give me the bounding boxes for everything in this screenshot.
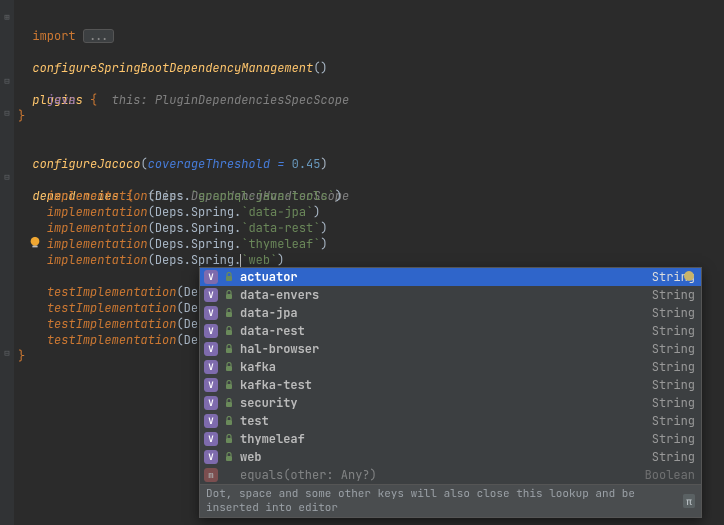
code-line[interactable]: } [18,108,25,124]
completion-hint-text: Dot, space and some other keys will also… [206,487,683,515]
completion-type: String [652,305,695,321]
fold-marker[interactable]: ⊟ [2,108,12,118]
completion-label: data-envers [240,287,646,303]
lock-icon [224,290,234,300]
keyword-import: import [32,28,75,44]
lock-icon [224,398,234,408]
number: 0.45 [292,156,321,172]
code-line[interactable]: configureJacoco(coverageThreshold = 0.45… [18,140,328,172]
completion-type: String [652,341,695,357]
code-line[interactable]: testImplementation(Dep [18,284,205,300]
completion-type: String [652,323,695,339]
completion-item[interactable]: Vdata-envers String [200,286,701,304]
lock-icon [224,308,234,318]
completion-item[interactable]: Vhal-browser String [200,340,701,358]
completion-item[interactable]: Vkafka String [200,358,701,376]
lock-icon [224,434,234,444]
code-line[interactable]: testImplementation(Dep [18,300,205,316]
kind-badge-icon: V [204,360,218,374]
fn-call: configureSpringBootDependencyManagement [32,60,313,76]
lock-icon [224,416,234,426]
completion-label: equals(other: Any?) [240,467,639,483]
fn-call: configureJacoco [32,156,140,172]
completion-label: security [240,395,646,411]
pi-icon[interactable]: π [683,494,695,508]
fold-marker[interactable]: ⊟ [2,348,12,358]
completion-item[interactable]: Vkafka-test String [200,376,701,394]
ident: java [47,92,76,108]
completion-item[interactable]: Vthymeleaf String [200,430,701,448]
kind-badge-icon: V [204,450,218,464]
completion-item[interactable]: m equals(other: Any?) Boolean [200,466,701,484]
completion-hint-bar: Dot, space and some other keys will also… [200,484,701,517]
code-line[interactable]: testImplementation(Dep [18,332,205,348]
inlay-hint: this: PluginDependenciesSpecScope [112,92,350,108]
fold-marker[interactable]: ⊞ [2,12,12,22]
code-line[interactable]: testImplementation(Dep [18,316,205,332]
completion-item[interactable]: Vdata-jpa String [200,304,701,322]
kind-badge-icon: V [204,324,218,338]
code-line[interactable]: java [18,92,76,108]
completion-label: kafka-test [240,377,646,393]
completion-type: Boolean [645,467,695,483]
lock-icon [224,380,234,390]
lock-icon [224,326,234,336]
kind-badge-icon: V [204,270,218,284]
completion-popup: VactuatorStringVdata-enversStringVdata-j… [199,267,702,518]
lock-icon [224,272,234,282]
code-line[interactable]: import ... [18,12,114,44]
completion-type: String [652,377,695,393]
completion-type: String [652,449,695,465]
lock-icon [224,452,234,462]
kind-badge-icon: V [204,414,218,428]
kind-badge-icon: V [204,306,218,320]
completion-type: String [652,359,695,375]
completion-type: String [652,413,695,429]
completion-label: hal-browser [240,341,646,357]
hint-corner-icon [683,270,695,282]
completion-item[interactable]: Vtest String [200,412,701,430]
code-line[interactable]: configureSpringBootDependencyManagement(… [18,44,328,76]
code-line[interactable]: implementation(Deps.Spring.`thymeleaf`) [18,236,328,252]
lock-icon [224,362,234,372]
code-line[interactable]: implementation(Deps.Spring.`web`) [18,252,284,268]
code-line[interactable]: implementation(Deps.`graphql-java-tools`… [18,188,342,204]
completion-label: actuator [240,269,646,285]
kind-badge-icon: V [204,378,218,392]
named-param: coverageThreshold = [148,156,292,172]
code-line[interactable]: } [18,348,25,364]
code-line[interactable]: implementation(Deps.Spring.`data-rest`) [18,220,328,236]
kind-badge-icon: V [204,342,218,356]
completion-label: web [240,449,646,465]
code-line[interactable]: implementation(Deps.Spring.`data-jpa`) [18,204,320,220]
completion-label: data-jpa [240,305,646,321]
completion-label: test [240,413,646,429]
completion-label: data-rest [240,323,646,339]
kind-badge-icon: m [204,468,218,482]
completion-type: String [652,431,695,447]
completion-item[interactable]: VactuatorString [200,268,701,286]
completion-type: String [652,287,695,303]
fold-marker[interactable]: ⊟ [2,76,12,86]
lock-icon [224,344,234,354]
completion-type: String [652,395,695,411]
completion-item[interactable]: Vweb String [200,448,701,466]
kind-badge-icon: V [204,288,218,302]
completion-item[interactable]: Vdata-rest String [200,322,701,340]
fold-marker[interactable]: ⊟ [2,172,12,182]
completion-item[interactable]: Vsecurity String [200,394,701,412]
completion-label: thymeleaf [240,431,646,447]
kind-badge-icon: V [204,432,218,446]
kind-badge-icon: V [204,396,218,410]
completion-label: kafka [240,359,646,375]
folded-region[interactable]: ... [83,29,115,43]
